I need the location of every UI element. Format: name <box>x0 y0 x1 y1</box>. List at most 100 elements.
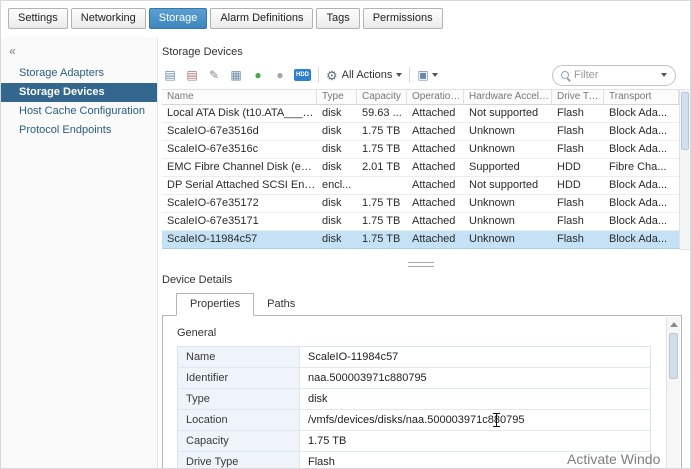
cell-transport: Block Ada... <box>604 177 679 194</box>
all-actions-label: All Actions <box>342 69 393 81</box>
column-header-drive-type[interactable]: Drive Type <box>552 90 604 104</box>
tab-networking[interactable]: Networking <box>71 8 146 29</box>
column-header-transport[interactable]: Transport <box>604 90 679 104</box>
tab-alarm-definitions[interactable]: Alarm Definitions <box>210 8 313 29</box>
property-row: Identifiernaa.500003971c880795 <box>178 368 650 389</box>
devices-table-body: Local ATA Disk (t10.ATA_____S...disk59.6… <box>162 105 679 249</box>
cell-hardware: Supported <box>464 159 552 176</box>
cell-name: ScaleIO-67e3516d <box>162 123 317 140</box>
cell-drive-type: Flash <box>552 195 604 212</box>
tab-storage[interactable]: Storage <box>149 8 208 29</box>
property-row: NameScaleIO-11984c57 <box>178 347 650 368</box>
cell-type: encl... <box>317 177 357 194</box>
table-scrollbar-thumb[interactable] <box>681 92 689 150</box>
column-header-capacity[interactable]: Capacity <box>357 90 407 104</box>
table-row[interactable]: ScaleIO-67e35171disk1.75 TBAttachedUnkno… <box>162 213 679 231</box>
property-label: Name <box>178 347 300 367</box>
cell-hardware: Not supported <box>464 177 552 194</box>
cell-name: ScaleIO-67e3516c <box>162 141 317 158</box>
cell-drive-type: HDD <box>552 177 604 194</box>
detach-device-icon[interactable]: ▤ <box>184 67 200 83</box>
sidebar-item-host-cache-configuration[interactable]: Host Cache Configuration <box>1 102 157 121</box>
sidebar-item-storage-devices[interactable]: Storage Devices <box>1 83 157 102</box>
cell-operational: Attached <box>407 213 464 230</box>
details-scrollbar-thumb[interactable] <box>669 333 678 379</box>
table-row[interactable]: EMC Fibre Channel Disk (eui.4...disk2.01… <box>162 159 679 177</box>
cell-drive-type: Flash <box>552 231 604 248</box>
column-header-hardware-acceler[interactable]: Hardware Acceler... <box>464 90 552 104</box>
details-scrollbar[interactable] <box>666 317 680 468</box>
tab-permissions[interactable]: Permissions <box>363 8 443 29</box>
cell-drive-type: Flash <box>552 105 604 122</box>
table-row[interactable]: ScaleIO-67e3516ddisk1.75 TBAttachedUnkno… <box>162 123 679 141</box>
table-row[interactable]: ScaleIO-67e3516cdisk1.75 TBAttachedUnkno… <box>162 141 679 159</box>
rename-device-icon[interactable]: ✎ <box>206 67 222 83</box>
property-row: Location/vmfs/devices/disks/naa.50000397… <box>178 410 650 431</box>
mark-as-flash-icon[interactable]: HDD <box>294 69 311 81</box>
storage-devices-title: Storage Devices <box>162 46 243 58</box>
cell-drive-type: Flash <box>552 123 604 140</box>
cell-type: disk <box>317 213 357 230</box>
cell-name: ScaleIO-11984c57 <box>162 231 317 248</box>
details-tab-properties[interactable]: Properties <box>176 293 254 316</box>
property-value: naa.500003971c880795 <box>300 368 650 388</box>
cell-hardware: Unknown <box>464 141 552 158</box>
device-details-title: Device Details <box>162 274 232 286</box>
general-section-title: General <box>177 327 681 339</box>
cell-hardware: Unknown <box>464 213 552 230</box>
devices-table: NameTypeCapacityOperational ...Hardware … <box>162 89 679 249</box>
cell-name: DP Serial Attached SCSI Enclos... <box>162 177 317 194</box>
cell-capacity: 1.75 TB <box>357 231 407 248</box>
config-sidebar: « Storage AdaptersStorage DevicesHost Ca… <box>1 37 158 468</box>
cell-hardware: Not supported <box>464 105 552 122</box>
cell-operational: Attached <box>407 231 464 248</box>
sidebar-item-storage-adapters[interactable]: Storage Adapters <box>1 64 157 83</box>
chevron-down-icon <box>432 73 438 77</box>
cell-drive-type: Flash <box>552 141 604 158</box>
toolbar-separator <box>409 67 410 83</box>
table-row[interactable]: Local ATA Disk (t10.ATA_____S...disk59.6… <box>162 105 679 123</box>
property-label: Drive Type <box>178 452 300 469</box>
cell-name: EMC Fibre Channel Disk (eui.4... <box>162 159 317 176</box>
erase-partitions-icon[interactable]: ▦ <box>228 67 244 83</box>
search-icon <box>561 71 569 79</box>
cell-capacity: 59.63 ... <box>357 105 407 122</box>
table-scrollbar[interactable] <box>679 89 691 250</box>
cell-drive-type: HDD <box>552 159 604 176</box>
column-header-type[interactable]: Type <box>317 90 357 104</box>
table-row[interactable]: ScaleIO-11984c57disk1.75 TBAttachedUnkno… <box>162 231 679 249</box>
cell-operational: Attached <box>407 105 464 122</box>
scroll-up-icon[interactable] <box>670 322 678 327</box>
chevron-down-icon <box>396 73 402 77</box>
details-panel: General NameScaleIO-11984c57Identifierna… <box>162 315 682 468</box>
attach-device-icon[interactable]: ▤ <box>162 67 178 83</box>
filter-dropdown-icon[interactable] <box>661 73 667 77</box>
table-row[interactable]: ScaleIO-67e35172disk1.75 TBAttachedUnkno… <box>162 195 679 213</box>
turn-off-led-icon[interactable]: ● <box>272 67 288 83</box>
sidebar-nav: Storage AdaptersStorage DevicesHost Cach… <box>1 64 157 140</box>
cell-type: disk <box>317 141 357 158</box>
column-header-operational[interactable]: Operational ... <box>407 90 464 104</box>
filter-input[interactable] <box>574 69 656 81</box>
splitter-handle[interactable] <box>162 262 679 267</box>
column-header-name[interactable]: Name <box>162 90 317 104</box>
copy-button[interactable]: ▣ <box>417 68 437 82</box>
details-tab-paths[interactable]: Paths <box>254 294 308 315</box>
cell-capacity <box>357 177 407 194</box>
sidebar-item-protocol-endpoints[interactable]: Protocol Endpoints <box>1 121 157 140</box>
all-actions-button[interactable]: ⚙ All Actions <box>326 69 402 82</box>
tab-tags[interactable]: Tags <box>316 8 359 29</box>
property-label: Type <box>178 389 300 409</box>
cell-transport: Block Ada... <box>604 231 679 248</box>
tab-settings[interactable]: Settings <box>8 8 68 29</box>
property-row: Capacity1.75 TB <box>178 431 650 452</box>
collapse-sidebar-icon[interactable]: « <box>9 45 23 57</box>
text-cursor <box>493 413 500 427</box>
cell-operational: Attached <box>407 177 464 194</box>
property-label: Identifier <box>178 368 300 388</box>
cell-capacity: 1.75 TB <box>357 195 407 212</box>
cell-capacity: 1.75 TB <box>357 141 407 158</box>
table-row[interactable]: DP Serial Attached SCSI Enclos...encl...… <box>162 177 679 195</box>
gear-icon: ⚙ <box>326 69 338 82</box>
turn-on-led-icon[interactable]: ● <box>250 67 266 83</box>
